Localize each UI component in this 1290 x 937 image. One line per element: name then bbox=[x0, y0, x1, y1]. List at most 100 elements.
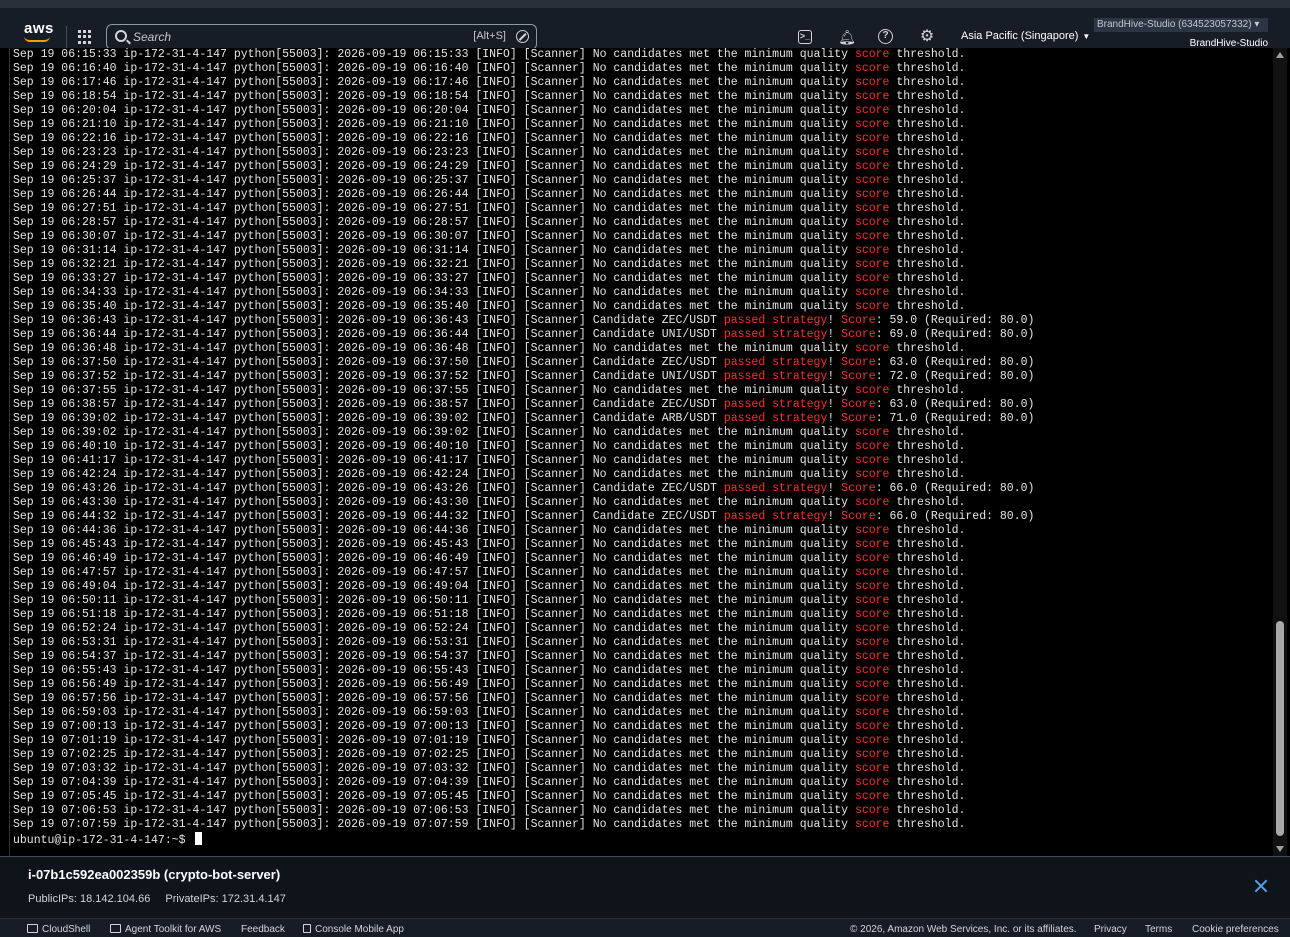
aws-logo-text: aws bbox=[24, 20, 54, 37]
top-navigation-bar: aws [Alt+S] >_ 🔔︎ ? ⚙ Asia Pacific (Sing… bbox=[0, 0, 1290, 50]
cloudshell-icon[interactable]: >_ bbox=[798, 30, 812, 44]
terminal-line: Sep 19 06:38:57 ip-172-31-4-147 python[5… bbox=[13, 398, 1035, 411]
terminal-line: Sep 19 06:40:10 ip-172-31-4-147 python[5… bbox=[13, 440, 966, 453]
terminal-line: Sep 19 06:36:48 ip-172-31-4-147 python[5… bbox=[13, 342, 966, 355]
terminal-line: Sep 19 06:31:14 ip-172-31-4-147 python[5… bbox=[13, 244, 966, 257]
terminal-line: Sep 19 06:57:56 ip-172-31-4-147 python[5… bbox=[13, 692, 966, 705]
account-menu[interactable]: BrandHive-Studio (634523057332) ▾ bbox=[1094, 18, 1268, 32]
terminal-line: Sep 19 07:03:32 ip-172-31-4-147 python[5… bbox=[13, 762, 966, 775]
terminal-line: Sep 19 06:15:33 ip-172-31-4-147 python[5… bbox=[13, 48, 966, 61]
terminal-line: Sep 19 06:44:32 ip-172-31-4-147 python[5… bbox=[13, 510, 1035, 523]
terminal-line: Sep 19 07:01:19 ip-172-31-4-147 python[5… bbox=[13, 734, 966, 747]
search-shortcut-hint: [Alt+S] bbox=[473, 30, 506, 42]
footer-agent-toolkit-label: Agent Toolkit for AWS bbox=[125, 924, 222, 935]
terminal-line: Sep 19 06:35:40 ip-172-31-4-147 python[5… bbox=[13, 300, 966, 313]
terminal-line: Sep 19 06:37:55 ip-172-31-4-147 python[5… bbox=[13, 384, 966, 397]
scroll-down-icon[interactable] bbox=[1276, 846, 1284, 852]
terminal-line: Sep 19 06:30:07 ip-172-31-4-147 python[5… bbox=[13, 230, 966, 243]
help-icon[interactable]: ? bbox=[878, 29, 893, 44]
scrollbar-thumb[interactable] bbox=[1276, 621, 1284, 836]
search-icon bbox=[115, 30, 127, 42]
terminal-line: Sep 19 06:36:44 ip-172-31-4-147 python[5… bbox=[13, 328, 1035, 341]
terminal-line: Sep 19 06:25:37 ip-172-31-4-147 python[5… bbox=[13, 174, 966, 187]
private-ips: PrivateIPs: 172.31.4.147 bbox=[165, 893, 286, 905]
terminal-line: Sep 19 06:49:04 ip-172-31-4-147 python[5… bbox=[13, 580, 966, 593]
terminal-line: Sep 19 06:27:51 ip-172-31-4-147 python[5… bbox=[13, 202, 966, 215]
terminal-line: Sep 19 06:44:36 ip-172-31-4-147 python[5… bbox=[13, 524, 966, 537]
footer-cloudshell-link[interactable]: CloudShell bbox=[27, 924, 90, 935]
terminal-line: Sep 19 06:23:23 ip-172-31-4-147 python[5… bbox=[13, 146, 966, 159]
services-grid-icon[interactable] bbox=[78, 30, 92, 44]
aws-smile-icon bbox=[24, 36, 50, 42]
terminal-window[interactable]: Sep 19 06:15:33 ip-172-31-4-147 python[5… bbox=[9, 48, 1273, 856]
terminal-line: Sep 19 06:54:37 ip-172-31-4-147 python[5… bbox=[13, 650, 966, 663]
terminal-line: Sep 19 06:51:18 ip-172-31-4-147 python[5… bbox=[13, 608, 966, 621]
terminal-line: Sep 19 06:59:03 ip-172-31-4-147 python[5… bbox=[13, 706, 966, 719]
terminal-line: Sep 19 06:46:49 ip-172-31-4-147 python[5… bbox=[13, 552, 966, 565]
terminal-line: Sep 19 06:47:57 ip-172-31-4-147 python[5… bbox=[13, 566, 966, 579]
terminal-line: Sep 19 06:20:04 ip-172-31-4-147 python[5… bbox=[13, 104, 966, 117]
terminal-line: Sep 19 06:43:26 ip-172-31-4-147 python[5… bbox=[13, 482, 1035, 495]
terminal-line: Sep 19 06:36:43 ip-172-31-4-147 python[5… bbox=[13, 314, 1035, 327]
terminal-line: Sep 19 06:50:11 ip-172-31-4-147 python[5… bbox=[13, 594, 966, 607]
terminal-line: Sep 19 06:18:54 ip-172-31-4-147 python[5… bbox=[13, 90, 966, 103]
nav-divider bbox=[66, 26, 67, 48]
terminal-line: Sep 19 06:41:17 ip-172-31-4-147 python[5… bbox=[13, 454, 966, 467]
instance-title: i-07b1c592ea002359b (crypto-bot-server) bbox=[28, 867, 281, 882]
terminal-scrollbar[interactable] bbox=[1273, 48, 1287, 856]
terminal-line: Sep 19 06:39:02 ip-172-31-4-147 python[5… bbox=[13, 426, 966, 439]
terminal-log: Sep 19 06:15:33 ip-172-31-4-147 python[5… bbox=[13, 48, 1035, 847]
terminal-line: Sep 19 06:28:57 ip-172-31-4-147 python[5… bbox=[13, 216, 966, 229]
terminal-line: Sep 19 06:37:50 ip-172-31-4-147 python[5… bbox=[13, 356, 1035, 369]
instance-info-panel: i-07b1c592ea002359b (crypto-bot-server) … bbox=[0, 856, 1290, 918]
footer-cloudshell-label: CloudShell bbox=[42, 924, 91, 935]
terminal-line: Sep 19 06:26:44 ip-172-31-4-147 python[5… bbox=[13, 188, 966, 201]
terminal-line: Sep 19 06:52:24 ip-172-31-4-147 python[5… bbox=[13, 622, 966, 635]
scroll-up-icon[interactable] bbox=[1276, 52, 1284, 58]
terminal-line: Sep 19 07:07:59 ip-172-31-4-147 python[5… bbox=[13, 818, 966, 831]
search-box[interactable]: [Alt+S] bbox=[106, 24, 537, 50]
region-selector[interactable]: Asia Pacific (Singapore) ▼ bbox=[961, 30, 1090, 42]
terminal-line: Sep 19 06:55:43 ip-172-31-4-147 python[5… bbox=[13, 664, 966, 677]
terminal-line: Sep 19 06:39:02 ip-172-31-4-147 python[5… bbox=[13, 412, 1035, 425]
terminal-line: Sep 19 07:05:45 ip-172-31-4-147 python[5… bbox=[13, 790, 966, 803]
footer-mobile-app-link[interactable]: Console Mobile App bbox=[303, 924, 404, 935]
console-footer: CloudShell Agent Toolkit for AWS Feedbac… bbox=[0, 918, 1290, 937]
agent-toolkit-icon bbox=[110, 924, 121, 933]
terminal-cursor bbox=[195, 832, 203, 845]
prompt-text: ubuntu@ip-172-31-4-147:~$ bbox=[13, 834, 193, 847]
terminal-line: Sep 19 07:04:39 ip-172-31-4-147 python[5… bbox=[13, 776, 966, 789]
terminal-line: Sep 19 07:06:53 ip-172-31-4-147 python[5… bbox=[13, 804, 966, 817]
footer-feedback-link[interactable]: Feedback bbox=[241, 924, 285, 935]
footer-agent-toolkit-link[interactable]: Agent Toolkit for AWS bbox=[110, 924, 221, 935]
terminal-line: Sep 19 06:22:16 ip-172-31-4-147 python[5… bbox=[13, 132, 966, 145]
terminal-line: Sep 19 06:24:29 ip-172-31-4-147 python[5… bbox=[13, 160, 966, 173]
instance-ips: PublicIPs: 18.142.104.66 PrivateIPs: 172… bbox=[28, 893, 286, 905]
close-icon[interactable] bbox=[1254, 879, 1268, 893]
aws-logo[interactable]: aws bbox=[24, 20, 54, 42]
cloudshell-footer-icon bbox=[27, 924, 38, 933]
terminal-line: Sep 19 07:00:13 ip-172-31-4-147 python[5… bbox=[13, 720, 966, 733]
terminal-line: Sep 19 06:56:49 ip-172-31-4-147 python[5… bbox=[13, 678, 966, 691]
terminal-line: Sep 19 06:34:33 ip-172-31-4-147 python[5… bbox=[13, 286, 966, 299]
terminal-line: Sep 19 06:53:31 ip-172-31-4-147 python[5… bbox=[13, 636, 966, 649]
chevron-down-icon: ▼ bbox=[1082, 32, 1091, 41]
terminal-line: Sep 19 06:42:24 ip-172-31-4-147 python[5… bbox=[13, 468, 966, 481]
terminal-line: Sep 19 06:21:10 ip-172-31-4-147 python[5… bbox=[13, 118, 966, 131]
gear-icon[interactable]: ⚙ bbox=[918, 28, 936, 46]
search-input[interactable] bbox=[133, 28, 433, 46]
footer-cookie-preferences-link[interactable]: Cookie preferences bbox=[1192, 924, 1279, 935]
terminal-line: Sep 19 06:45:43 ip-172-31-4-147 python[5… bbox=[13, 538, 966, 551]
terminal-prompt[interactable]: ubuntu@ip-172-31-4-147:~$ bbox=[13, 832, 1034, 847]
terminal-line: Sep 19 06:16:40 ip-172-31-4-147 python[5… bbox=[13, 62, 966, 75]
terminal-line: Sep 19 06:32:21 ip-172-31-4-147 python[5… bbox=[13, 258, 966, 271]
search-clear-icon[interactable] bbox=[516, 30, 529, 43]
footer-terms-link[interactable]: Terms bbox=[1145, 924, 1172, 935]
public-ips: PublicIPs: 18.142.104.66 bbox=[28, 893, 151, 905]
terminal-line: Sep 19 06:17:46 ip-172-31-4-147 python[5… bbox=[13, 76, 966, 89]
footer-privacy-link[interactable]: Privacy bbox=[1094, 924, 1127, 935]
bell-icon[interactable]: 🔔︎ bbox=[838, 28, 856, 46]
region-label: Asia Pacific (Singapore) bbox=[961, 30, 1079, 42]
terminal-line: Sep 19 06:33:27 ip-172-31-4-147 python[5… bbox=[13, 272, 966, 285]
mobile-app-icon bbox=[303, 924, 311, 933]
